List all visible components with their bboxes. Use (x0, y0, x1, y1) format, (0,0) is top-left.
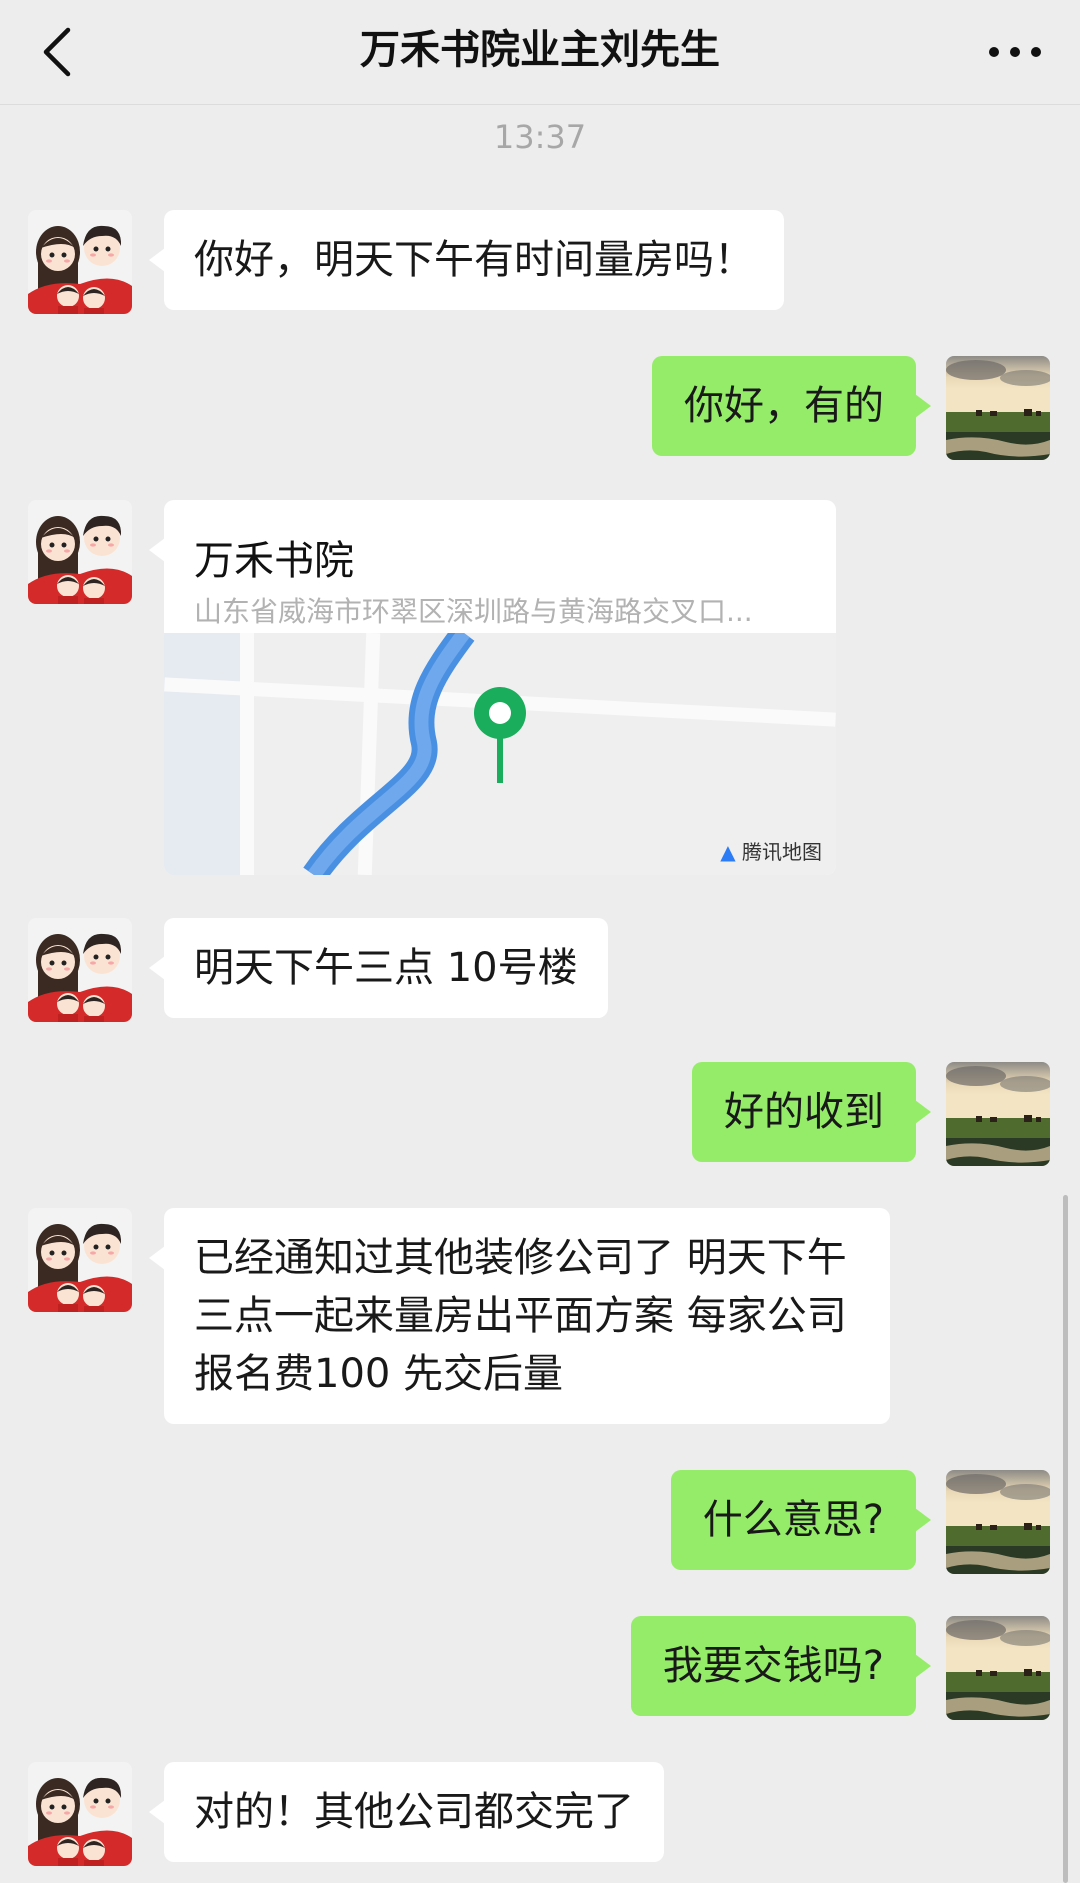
map-provider-label: ▲ 腾讯地图 (720, 840, 822, 864)
contact-avatar[interactable] (28, 1762, 132, 1866)
location-name: 万禾书院 (194, 538, 354, 584)
chevron-left-icon (43, 27, 71, 77)
message-bubble-incoming[interactable]: 你好，明天下午有时间量房吗！ (149, 210, 784, 310)
message-bubble-outgoing[interactable]: 你好，有的 (652, 356, 931, 456)
message-bubble-incoming[interactable]: 明天下午三点 10号楼 (149, 918, 608, 1018)
my-avatar[interactable] (946, 1616, 1050, 1720)
more-button[interactable] (980, 22, 1050, 82)
message-bubble-outgoing[interactable]: 我要交钱吗? (630, 1616, 932, 1716)
scrollbar[interactable] (1063, 1195, 1068, 1883)
my-avatar[interactable] (946, 1470, 1050, 1574)
chat-title: 万禾书院业主刘先生 (360, 27, 720, 73)
message-bubble-outgoing[interactable]: 好的收到 (692, 1062, 931, 1162)
back-button[interactable] (30, 22, 90, 82)
message-bubble-incoming[interactable]: 对的！其他公司都交完了 (149, 1762, 664, 1862)
more-dots-icon (989, 47, 1041, 57)
contact-avatar[interactable] (28, 1208, 132, 1312)
tencent-map-icon: ▲ (720, 840, 736, 864)
my-avatar[interactable] (946, 356, 1050, 460)
my-avatar[interactable] (946, 1062, 1050, 1166)
location-address: 山东省威海市环翠区深圳路与黄海路交叉口... (194, 595, 753, 628)
contact-avatar[interactable] (28, 918, 132, 1022)
message-timestamp: 13:37 (493, 118, 587, 156)
message-bubble-outgoing[interactable]: 什么意思? (670, 1470, 932, 1570)
chat-header: 万禾书院业主刘先生 (0, 0, 1080, 105)
contact-avatar[interactable] (28, 210, 132, 314)
contact-avatar[interactable] (28, 500, 132, 604)
message-bubble-incoming[interactable]: 已经通知过其他装修公司了 明天下午三点一起来量房出平面方案 每家公司报名费100… (149, 1208, 890, 1424)
location-message-card[interactable]: 万禾书院 山东省威海市环翠区深圳路与黄海路交叉口... ▲ 腾讯地图 (164, 500, 836, 875)
bubble-tail (149, 538, 165, 562)
